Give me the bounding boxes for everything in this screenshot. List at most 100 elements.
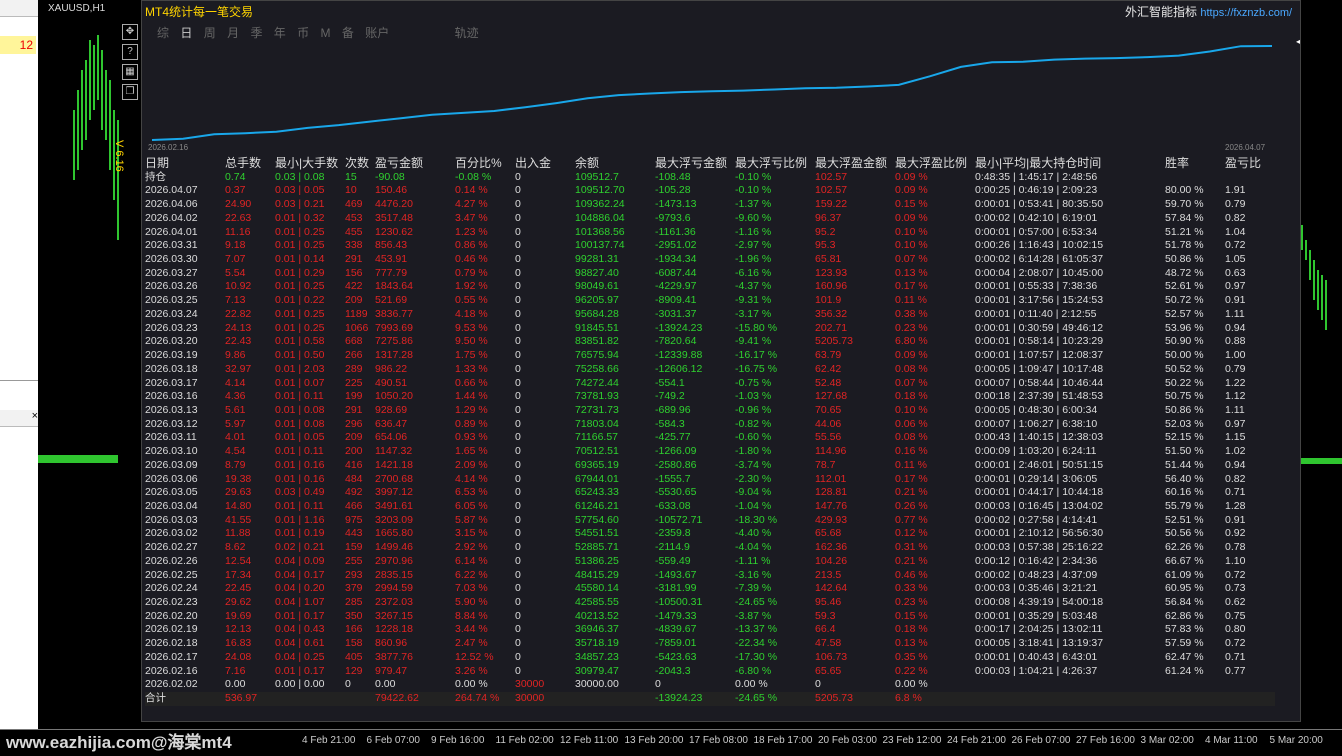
- cell: 101368.56: [575, 225, 625, 238]
- window-icon[interactable]: ❐: [122, 84, 138, 100]
- cell: 60.16 %: [1165, 486, 1204, 499]
- cell: 65.81: [815, 253, 842, 266]
- cell: 52.48: [815, 376, 842, 389]
- table-row: 2026.03.20 22.43 0.01 | 0.58 668 7275.86 9.50…: [145, 335, 1275, 349]
- tab-month[interactable]: 月: [227, 24, 239, 41]
- cell: 0.11 %: [895, 294, 927, 307]
- cell: 50.75 %: [1165, 390, 1204, 403]
- cell: 79422.62: [375, 692, 419, 705]
- move-icon[interactable]: ✥: [122, 24, 138, 40]
- cell: 2026.02.16: [145, 664, 198, 677]
- cell: 2026.03.25: [145, 294, 198, 307]
- cell: 1.91: [1225, 184, 1246, 197]
- cell: 0:00:07 | 1:06:27 | 6:38:10: [975, 417, 1098, 430]
- cell: -9.41 %: [735, 335, 772, 348]
- tab-summary[interactable]: 综: [157, 24, 169, 41]
- cell: 3.26 %: [455, 664, 488, 677]
- brand-url[interactable]: https://fxznzb.com/: [1200, 7, 1292, 19]
- cell: -12339.88: [655, 349, 703, 362]
- cell: 0.31 %: [895, 541, 928, 554]
- cell: 209: [345, 294, 363, 307]
- cell: 986.22: [375, 362, 408, 375]
- cell: 0:00:01 | 0:40:43 | 6:43:01: [975, 650, 1098, 663]
- table-row: 2026.03.12 5.97 0.01 | 0.08 296 636.47 0.89 %…: [145, 418, 1275, 432]
- cell: 57.59 %: [1165, 637, 1204, 650]
- cell: 0.15 %: [895, 198, 928, 211]
- cell: 91845.51: [575, 321, 619, 334]
- cell: 0.01 | 2.03: [275, 362, 325, 375]
- period-tabs: 综 日 周 月 季 年 币 M 备 账户 轨迹: [157, 24, 487, 41]
- tab-quarter[interactable]: 季: [250, 24, 262, 41]
- cell: 0.01 | 0.25: [275, 280, 325, 293]
- time-axis-label: 24 Feb 21:00: [947, 735, 1006, 746]
- cell: 0.01 | 0.14: [275, 253, 325, 266]
- cell: 0.77: [1225, 664, 1246, 677]
- help-icon[interactable]: ?: [122, 44, 138, 60]
- cell: -1.11 %: [735, 554, 771, 567]
- tab-note[interactable]: 备: [342, 24, 354, 41]
- cell: 293: [345, 568, 363, 581]
- cell: 0.72: [1225, 637, 1246, 650]
- cell: -554.1: [655, 376, 685, 389]
- cell: -12606.12: [655, 362, 703, 375]
- cell: 0: [515, 582, 521, 595]
- cell: 350: [345, 609, 363, 622]
- cell: 0.00: [375, 678, 396, 691]
- cell: 2026.03.02: [145, 527, 198, 540]
- cell: 32.97: [225, 362, 252, 375]
- cell: 2026.03.26: [145, 280, 198, 293]
- cell: 979.47: [375, 664, 408, 677]
- cell: 76575.94: [575, 349, 619, 362]
- cell: 1.04: [1225, 225, 1246, 238]
- cell: 443: [345, 527, 363, 540]
- tab-day[interactable]: 日: [180, 24, 192, 41]
- time-axis-label: 12 Feb 11:00: [560, 735, 619, 746]
- cell: 0:00:05 | 1:09:47 | 10:17:48: [975, 362, 1104, 375]
- tab-magic[interactable]: M: [321, 26, 331, 40]
- version-tag: V 6.16: [113, 140, 125, 172]
- cell: 422: [345, 280, 363, 293]
- cell: 264.74 %: [455, 692, 500, 705]
- cell: 0: [515, 568, 521, 581]
- cell: -6087.44: [655, 266, 697, 279]
- cell: 0:00:17 | 2:04:25 | 13:02:11: [975, 623, 1103, 636]
- col-header: 次数: [345, 156, 370, 170]
- col-header: 最小|大手数: [275, 156, 339, 170]
- cell: 0.13 %: [895, 637, 928, 650]
- cell: 30000: [515, 692, 545, 705]
- tab-year[interactable]: 年: [274, 24, 286, 41]
- cell: 1.65 %: [455, 445, 488, 458]
- table-row: 2026.03.02 11.88 0.01 | 0.19 443 1665.80 3.15…: [145, 527, 1275, 541]
- cell: 61246.21: [575, 499, 619, 512]
- tab-week[interactable]: 周: [204, 24, 216, 41]
- cell: [1225, 678, 1275, 692]
- cell: 0.04 | 0.43: [275, 623, 325, 636]
- left-panel-close[interactable]: ×: [0, 410, 38, 427]
- close-icon[interactable]: ×: [32, 410, 38, 422]
- cell: 合计: [145, 692, 166, 705]
- brand[interactable]: 外汇智能指标 https://fxznzb.com/: [1125, 3, 1292, 20]
- cell: 12.13: [225, 623, 252, 636]
- cell: 0: [515, 266, 521, 279]
- cell: 213.5: [815, 568, 842, 581]
- cell: 55.79 %: [1165, 499, 1204, 512]
- tab-track[interactable]: 轨迹: [455, 24, 479, 41]
- col-header: 最大浮盈金额: [815, 156, 888, 170]
- cell: -9.60 %: [735, 211, 772, 224]
- total-row: 合计 536.97 79422.62 264.74 % 30000 -13924.23 -2…: [145, 692, 1275, 706]
- cell: 0.72: [1225, 239, 1246, 252]
- cell: 405: [345, 650, 363, 663]
- holding-row: 持仓 0.74 0.03 | 0.08 15 -90.08 -0.08 % 0 109512.…: [145, 171, 1275, 185]
- cell: 338: [345, 239, 363, 252]
- tab-account[interactable]: 账户: [365, 24, 389, 41]
- cell: 2700.68: [375, 472, 413, 485]
- grid-icon[interactable]: ▦: [122, 64, 138, 80]
- cell: 50.72 %: [1165, 294, 1204, 307]
- cell: 6.22 %: [455, 568, 488, 581]
- tab-symbol[interactable]: 币: [297, 24, 309, 41]
- cell: 52.15 %: [1165, 431, 1204, 444]
- cell: 1.33 %: [455, 362, 488, 375]
- cell: 0.01 | 0.19: [275, 527, 325, 540]
- curve-end-date: 2026.04.07: [1225, 143, 1266, 152]
- cell: -18.30 %: [735, 513, 778, 526]
